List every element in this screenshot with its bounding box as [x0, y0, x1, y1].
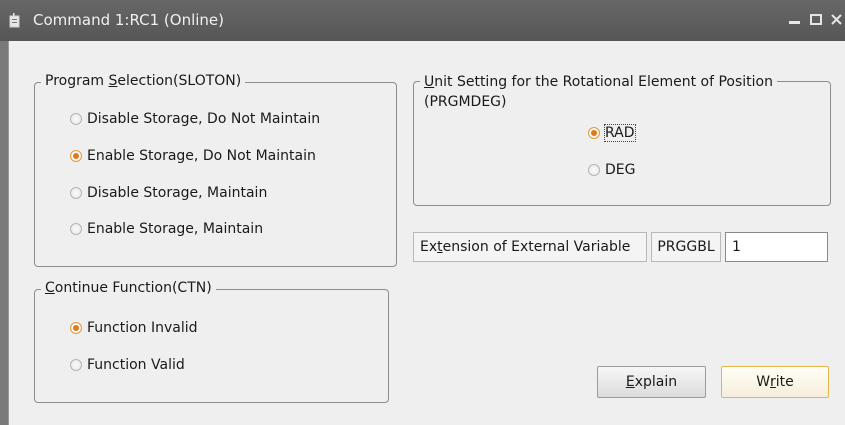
explain-button[interactable]: Explain — [597, 366, 706, 398]
program-selection-legend: Program Selection(SLOTON) — [41, 73, 246, 89]
program-selection-group: Program Selection(SLOTON) Disable Storag… — [34, 73, 397, 267]
radio-disable-storage-maintain[interactable]: Disable Storage, Maintain — [70, 185, 267, 201]
option-label: RAD — [604, 124, 636, 142]
radio-button[interactable] — [70, 359, 82, 371]
document-icon — [9, 13, 20, 28]
radio-button[interactable] — [70, 223, 82, 235]
unit-setting-legend: Unit Setting for the Rotational Element … — [420, 72, 777, 112]
title-bar[interactable]: Command 1:RC1 (Online) — [0, 0, 845, 41]
radio-function-invalid[interactable]: Function Invalid — [70, 320, 198, 336]
option-label: Enable Storage, Do Not Maintain — [87, 148, 316, 164]
maximize-icon[interactable] — [807, 12, 825, 28]
continue-function-group: Continue Function(CTN) Function Invalid … — [34, 280, 389, 403]
option-label: Function Invalid — [87, 320, 198, 336]
radio-button[interactable] — [70, 150, 82, 162]
option-label: Function Valid — [87, 357, 185, 373]
close-icon[interactable] — [828, 12, 845, 28]
radio-enable-storage-no-maintain[interactable]: Enable Storage, Do Not Maintain — [70, 148, 316, 164]
radio-button[interactable] — [70, 322, 82, 334]
window-title: Command 1:RC1 (Online) — [33, 11, 225, 29]
extension-value-input[interactable]: 1 — [725, 232, 828, 262]
unit-setting-group: Unit Setting for the Rotational Element … — [413, 72, 831, 206]
param-name-label: PRGGBL — [651, 232, 721, 262]
radio-disable-storage-no-maintain[interactable]: Disable Storage, Do Not Maintain — [70, 111, 320, 127]
dialog-client: Program Selection(SLOTON) Disable Storag… — [8, 41, 845, 425]
dialog-window: Command 1:RC1 (Online) Program Selection… — [0, 0, 845, 425]
radio-button[interactable] — [588, 164, 600, 176]
radio-rad[interactable]: RAD — [588, 124, 636, 142]
extension-label: Ex t ension of External Variable — [413, 232, 647, 262]
radio-button[interactable] — [588, 127, 600, 139]
option-label: Disable Storage, Maintain — [87, 185, 268, 201]
write-button[interactable]: Wr ite — [721, 366, 829, 398]
radio-deg[interactable]: DEG — [588, 162, 635, 178]
minimize-icon[interactable] — [786, 12, 804, 28]
radio-button[interactable] — [70, 187, 82, 199]
radio-function-valid[interactable]: Function Valid — [70, 357, 185, 373]
continue-function-legend: Continue Function(CTN) — [41, 280, 216, 296]
radio-button[interactable] — [70, 113, 82, 125]
radio-enable-storage-maintain[interactable]: Enable Storage, Maintain — [70, 221, 263, 237]
option-label: Enable Storage, Maintain — [87, 221, 264, 237]
option-label: DEG — [605, 162, 636, 178]
option-label: Disable Storage, Do Not Maintain — [87, 111, 321, 127]
